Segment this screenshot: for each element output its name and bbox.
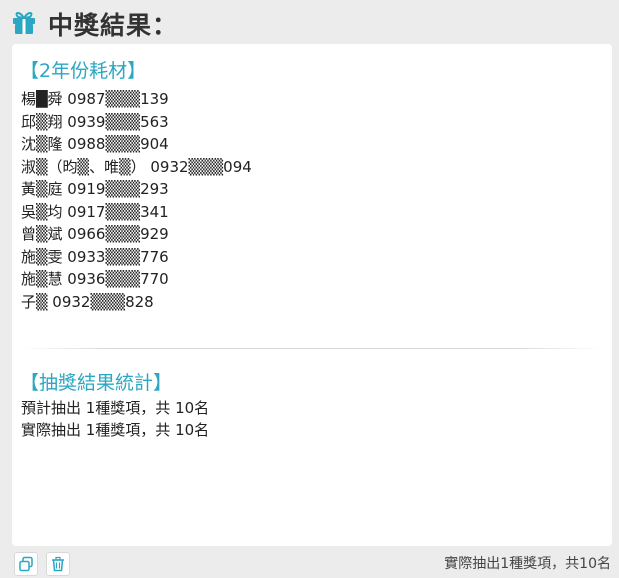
- page-title: 中獎結果：: [48, 11, 179, 40]
- stats-block: 預計抽出 1種獎項，共 10名 實際抽出 1種獎項，共 10名: [21, 397, 209, 441]
- actual-stat: 實際抽出 1種獎項，共 10名: [21, 421, 210, 439]
- winner-item: 施▒慧 0936▒▒▒770: [21, 270, 169, 288]
- planned-stat: 預計抽出 1種獎項，共 10名: [21, 399, 210, 417]
- winner-item: 曾▒斌 0966▒▒▒929: [21, 225, 169, 243]
- winner-item: 邱▒翔 0939▒▒▒563: [21, 112, 169, 131]
- winner-item: 楊█舜 0987▒▒▒139: [21, 90, 169, 108]
- winner-item: 黃▒庭 0919▒▒▒293: [21, 180, 169, 198]
- result-card: 【2年份耗材】 楊█舜 0987▒▒▒139 邱▒翔 0939▒▒▒563 沈▒…: [12, 44, 612, 546]
- copy-icon: [19, 556, 33, 572]
- winner-item: 吳▒均 0917▒▒▒341: [21, 202, 169, 221]
- stats-section-title: 【抽獎結果統計】: [20, 372, 173, 394]
- copy-button[interactable]: [14, 552, 38, 576]
- footer: 實際抽出1種獎項，共10名: [0, 548, 619, 578]
- prize-section-title: 【2年份耗材】: [20, 60, 147, 82]
- header: 中獎結果：: [0, 0, 619, 44]
- footer-status: 實際抽出1種獎項，共10名: [444, 556, 611, 572]
- delete-button[interactable]: [46, 552, 70, 576]
- winner-item: 淑▒（昀▒、唯▒） 0932▒▒▒094: [21, 157, 252, 176]
- gift-icon: [13, 12, 35, 34]
- winner-item: 子▒ 0932▒▒▒828: [21, 292, 154, 311]
- trash-icon: [52, 556, 64, 572]
- winner-list: 楊█舜 0987▒▒▒139 邱▒翔 0939▒▒▒563 沈▒隆 0988▒▒…: [21, 88, 252, 313]
- section-divider: [20, 348, 604, 349]
- winner-item: 沈▒隆 0988▒▒▒904: [21, 135, 169, 153]
- winner-item: 施▒雯 0933▒▒▒776: [21, 247, 169, 266]
